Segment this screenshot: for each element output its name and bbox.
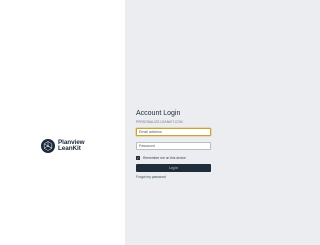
remember-me-label[interactable]: Remember me on this device bbox=[143, 156, 186, 160]
email-field[interactable] bbox=[136, 128, 211, 136]
forgot-password-link[interactable]: Forgot my password bbox=[136, 175, 212, 179]
brand-wordmark: Planview LeanKit bbox=[58, 139, 85, 152]
planview-leankit-logo-icon bbox=[41, 139, 55, 153]
remember-me-checkbox[interactable]: ✓ bbox=[136, 155, 140, 160]
remember-me-row[interactable]: ✓ Remember me on this device bbox=[136, 154, 212, 161]
login-page: Planview LeanKit Account Login PERSONALI… bbox=[0, 0, 320, 245]
page-title: Account Login bbox=[136, 110, 181, 117]
account-subdomain: PERSONALIZE.LEANKIT.COM bbox=[136, 120, 183, 124]
brand-logo: Planview LeanKit bbox=[41, 139, 85, 153]
password-field[interactable] bbox=[136, 142, 211, 150]
login-form: Account Login PERSONALIZE.LEANKIT.COM ✓ … bbox=[136, 110, 212, 179]
checkmark-icon: ✓ bbox=[136, 155, 140, 160]
brand-name-line2: LeanKit bbox=[58, 145, 81, 152]
brand-panel: Planview LeanKit bbox=[0, 0, 125, 245]
login-button[interactable]: Log in bbox=[136, 164, 211, 172]
